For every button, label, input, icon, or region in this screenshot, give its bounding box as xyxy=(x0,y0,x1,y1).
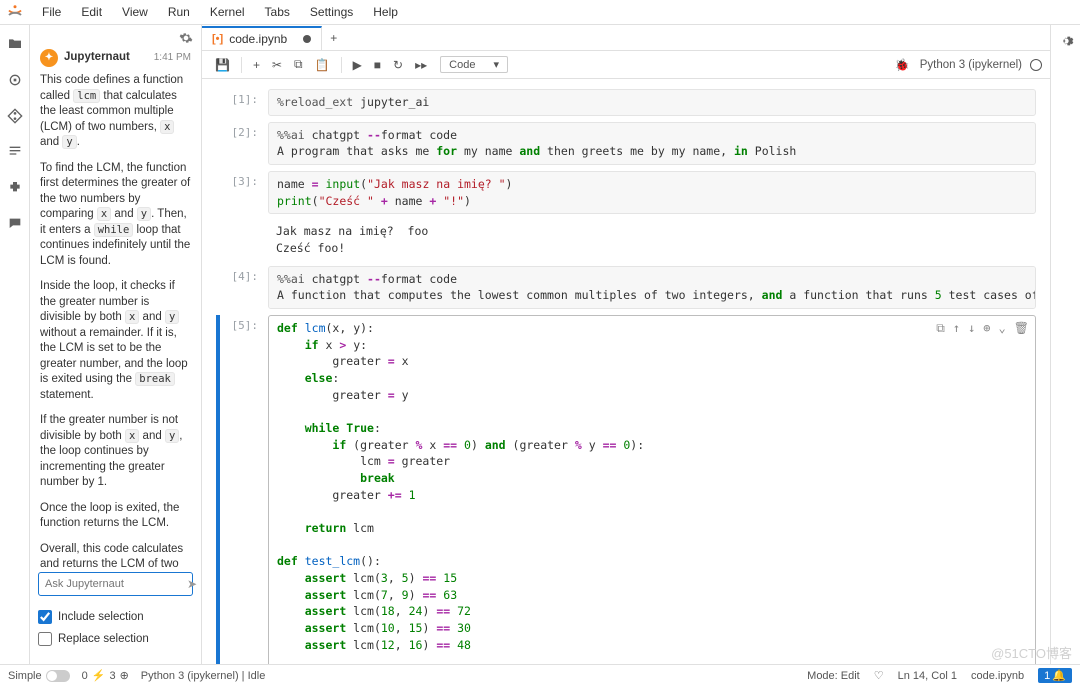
document-area: [•] code.ipynb + 💾 + ✂ ⧉ 📋 ▶ ■ ↻ ▸▸ Code… xyxy=(202,25,1050,664)
cell-row[interactable]: [2]:%%ai chatgpt --format code A program… xyxy=(216,122,1036,165)
cursor-position: Ln 14, Col 1 xyxy=(898,670,957,682)
dirty-indicator xyxy=(303,35,311,43)
cell-action-cell-more[interactable]: ⌄ xyxy=(999,320,1006,337)
copy-icon[interactable]: ⧉ xyxy=(289,54,308,75)
chat-paragraph: Once the loop is exited, the function re… xyxy=(40,501,191,532)
paste-icon[interactable]: 📋 xyxy=(310,55,335,75)
add-cell-icon[interactable]: + xyxy=(248,55,265,75)
cell-row[interactable]: [4]:%%ai chatgpt --format code A functio… xyxy=(216,266,1036,309)
save-icon[interactable]: 💾 xyxy=(210,55,235,75)
menu-run[interactable]: Run xyxy=(158,1,200,23)
diagnostics[interactable]: 0⚡3⊕ xyxy=(82,669,129,682)
cell-output-row[interactable]: Jak masz na imię? foo Cześć foo! xyxy=(216,220,1036,259)
cell-input[interactable]: def lcm(x, y): if x > y: greater = x els… xyxy=(268,315,1036,664)
run-icon[interactable]: ▶ xyxy=(348,55,367,75)
chat-message: This code defines a function called lcm … xyxy=(40,73,191,572)
send-icon[interactable]: ➤ xyxy=(187,577,197,591)
doc-name[interactable]: code.ipynb xyxy=(971,670,1024,682)
jupyternaut-avatar: ✦ xyxy=(40,49,58,67)
chat-icon[interactable] xyxy=(6,215,24,233)
cell-prompt: [3]: xyxy=(216,171,268,188)
running-icon[interactable] xyxy=(6,71,24,89)
tab-label: code.ipynb xyxy=(229,32,287,46)
menu-edit[interactable]: Edit xyxy=(71,1,112,23)
folder-icon[interactable] xyxy=(6,35,24,53)
cell-row[interactable]: [3]:name = input("Jak masz na imię? ") p… xyxy=(216,171,1036,214)
cell-action-delete[interactable]: 🗑 xyxy=(1014,320,1029,337)
cell-prompt: [2]: xyxy=(216,122,268,139)
kernel-name[interactable]: Python 3 (ipykernel) xyxy=(920,59,1022,71)
notebook-icon: [•] xyxy=(212,33,223,45)
simple-toggle[interactable]: Simple xyxy=(8,670,70,682)
jupyter-logo-icon xyxy=(6,3,24,21)
chat-time: 1:41 PM xyxy=(154,51,191,65)
cell-output: Jak masz na imię? foo Cześć foo! xyxy=(268,220,1036,259)
tabbar: [•] code.ipynb + xyxy=(202,25,1050,51)
left-rail xyxy=(0,25,30,664)
mode-indicator: Mode: Edit xyxy=(807,670,860,682)
chat-name: Jupyternaut xyxy=(64,50,130,66)
chat-paragraph: Overall, this code calculates and return… xyxy=(40,542,191,572)
chat-input-field[interactable] xyxy=(45,578,187,590)
tab-code-ipynb[interactable]: [•] code.ipynb xyxy=(202,26,322,50)
kernel-status[interactable]: Python 3 (ipykernel) | Idle xyxy=(141,670,266,682)
kernel-status-icon[interactable] xyxy=(1030,59,1042,71)
cell-input[interactable]: %%ai chatgpt --format code A function th… xyxy=(268,266,1036,309)
stop-icon[interactable]: ■ xyxy=(369,55,386,75)
cell-input[interactable]: %reload_ext jupyter_ai xyxy=(268,89,1036,116)
notebook[interactable]: [1]:%reload_ext jupyter_ai[2]:%%ai chatg… xyxy=(202,79,1050,664)
menu-view[interactable]: View xyxy=(112,1,158,23)
menu-kernel[interactable]: Kernel xyxy=(200,1,255,23)
restart-icon[interactable]: ↻ xyxy=(388,55,408,75)
toc-icon[interactable] xyxy=(6,143,24,161)
notifications[interactable]: 1 🔔 xyxy=(1038,668,1072,683)
notebook-toolbar: 💾 + ✂ ⧉ 📋 ▶ ■ ↻ ▸▸ Code▾ 🐞 Python 3 (ipy… xyxy=(202,51,1050,79)
chat-body: ✦ Jupyternaut 1:41 PM This code defines … xyxy=(30,45,201,572)
cell-prompt xyxy=(216,220,268,224)
cell-action-up[interactable]: ↑ xyxy=(953,320,960,337)
cell-input[interactable]: name = input("Jak masz na imię? ") print… xyxy=(268,171,1036,214)
sidebar-chat: ✦ Jupyternaut 1:41 PM This code defines … xyxy=(30,25,202,664)
tab-add-button[interactable]: + xyxy=(322,27,345,49)
cell-action-down[interactable]: ↓ xyxy=(968,320,975,337)
cell-prompt: [4]: xyxy=(216,266,268,283)
cell-prompt: [1]: xyxy=(216,89,268,106)
chevron-down-icon: ▾ xyxy=(493,58,499,71)
chat-paragraph: If the greater number is not divisible b… xyxy=(40,413,191,491)
trust-icon[interactable]: ♡ xyxy=(874,669,884,682)
git-icon[interactable] xyxy=(6,107,24,125)
cell-row[interactable]: [5]:def lcm(x, y): if x > y: greater = x… xyxy=(216,315,1036,664)
cell-type-select[interactable]: Code▾ xyxy=(440,56,508,73)
menu-settings[interactable]: Settings xyxy=(300,1,363,23)
fast-forward-icon[interactable]: ▸▸ xyxy=(410,55,432,75)
include-selection-checkbox[interactable]: Include selection xyxy=(38,610,193,624)
menu-help[interactable]: Help xyxy=(363,1,408,23)
chat-paragraph: To find the LCM, the function first dete… xyxy=(40,161,191,270)
menu-file[interactable]: File xyxy=(32,1,71,23)
statusbar: Simple 0⚡3⊕ Python 3 (ipykernel) | Idle … xyxy=(0,664,1080,686)
property-inspector-icon[interactable] xyxy=(1058,33,1074,52)
cell-action-copy[interactable]: ⧉ xyxy=(936,320,945,337)
menubar: File Edit View Run Kernel Tabs Settings … xyxy=(0,0,1080,25)
debug-icon[interactable]: 🐞 xyxy=(895,58,910,72)
right-rail xyxy=(1050,25,1080,664)
chat-input[interactable]: ➤ xyxy=(38,572,193,596)
chat-paragraph: Inside the loop, it checks if the greate… xyxy=(40,279,191,403)
extensions-icon[interactable] xyxy=(6,179,24,197)
cell-input[interactable]: %%ai chatgpt --format code A program tha… xyxy=(268,122,1036,165)
cell-row[interactable]: [1]:%reload_ext jupyter_ai xyxy=(216,89,1036,116)
gear-icon[interactable] xyxy=(179,31,193,45)
cell-prompt: [5]: xyxy=(216,315,268,332)
cell-action-insert[interactable]: ⊕ xyxy=(983,320,990,337)
chat-paragraph: This code defines a function called lcm … xyxy=(40,73,191,151)
menu-tabs[interactable]: Tabs xyxy=(255,1,300,23)
cut-icon[interactable]: ✂ xyxy=(267,55,287,75)
replace-selection-checkbox[interactable]: Replace selection xyxy=(38,632,193,646)
